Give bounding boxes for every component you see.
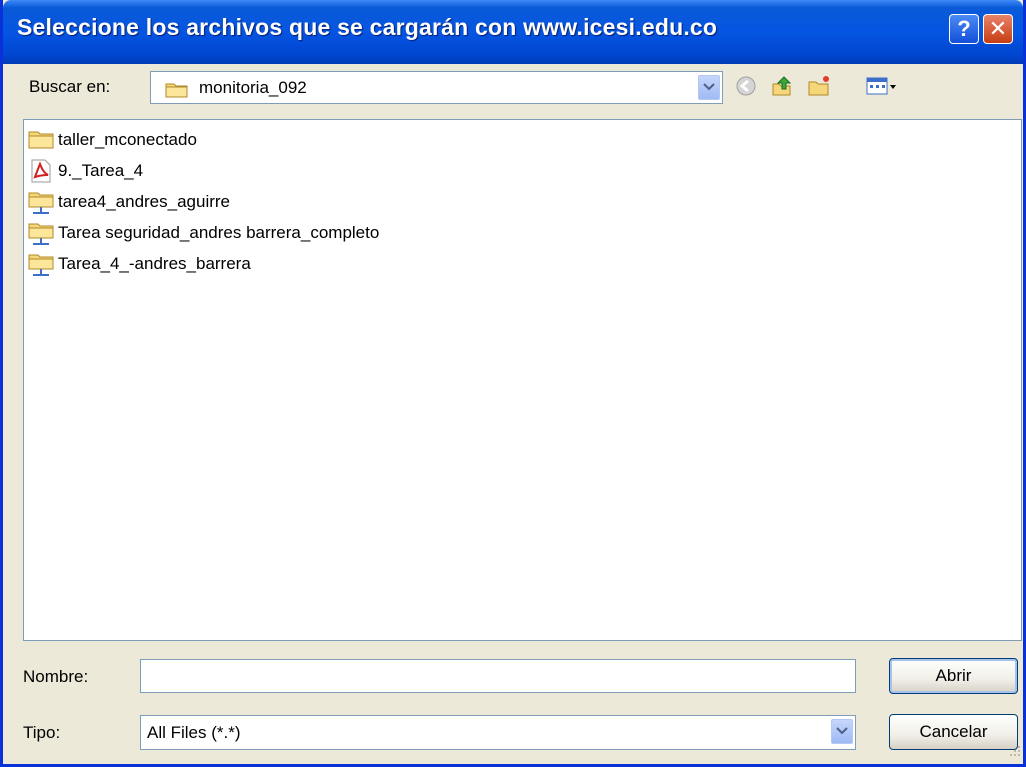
window-title: Seleccione los archivos que se cargarán … bbox=[17, 14, 718, 40]
file-dialog: Seleccione los archivos que se cargarán … bbox=[0, 0, 1026, 767]
lookin-dropdown-button[interactable] bbox=[698, 75, 720, 100]
lookin-value: monitoria_092 bbox=[199, 78, 307, 97]
pdf-file-icon bbox=[28, 159, 54, 188]
title-bar[interactable]: Seleccione los archivos que se cargarán … bbox=[3, 0, 1023, 64]
file-name: Tarea_4_-andres_barrera bbox=[58, 254, 251, 273]
filetype-label: Tipo: bbox=[23, 723, 61, 742]
chevron-down-icon bbox=[836, 727, 848, 735]
filetype-value: All Files (*.*) bbox=[147, 723, 241, 742]
back-icon[interactable] bbox=[734, 74, 760, 100]
filename-field[interactable] bbox=[140, 659, 856, 693]
resize-grip-icon[interactable] bbox=[1009, 744, 1021, 762]
lookin-combobox[interactable]: monitoria_092 bbox=[150, 71, 723, 104]
lookin-label: Buscar en: bbox=[29, 77, 111, 96]
file-name: tarea4_andres_aguirre bbox=[58, 192, 231, 211]
network-folder-icon bbox=[28, 252, 54, 283]
file-name: taller_mconectado bbox=[58, 130, 197, 149]
file-name: 9._Tarea_4 bbox=[58, 161, 144, 180]
cancel-button[interactable]: Cancelar bbox=[889, 714, 1018, 750]
folder-icon bbox=[165, 80, 189, 103]
close-button[interactable]: ✕ bbox=[983, 14, 1013, 44]
filename-label: Nombre: bbox=[23, 667, 89, 686]
filetype-dropdown-button[interactable] bbox=[831, 719, 853, 744]
network-folder-icon bbox=[28, 221, 54, 252]
new-folder-icon[interactable] bbox=[807, 74, 833, 100]
up-folder-icon[interactable] bbox=[770, 74, 796, 100]
filetype-select[interactable]: All Files (*.*) bbox=[140, 715, 856, 750]
view-menu-icon[interactable] bbox=[865, 74, 899, 100]
file-list[interactable]: taller_mconectado 9._Tarea_4 tarea4_andr… bbox=[23, 119, 1022, 641]
network-folder-icon bbox=[28, 190, 54, 221]
file-name: Tarea seguridad_andres barrera_completo bbox=[58, 223, 380, 242]
help-button[interactable]: ? bbox=[949, 14, 979, 44]
open-button[interactable]: Abrir bbox=[889, 658, 1018, 694]
chevron-down-icon bbox=[703, 83, 715, 91]
folder-icon bbox=[28, 128, 54, 155]
